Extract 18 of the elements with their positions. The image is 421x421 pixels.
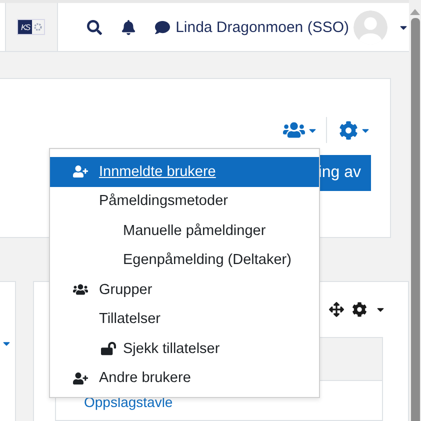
users-icon bbox=[73, 282, 88, 298]
scrollbar-thumb[interactable] bbox=[410, 18, 420, 421]
menu-item[interactable]: Påmeldingsmetoder bbox=[50, 186, 319, 216]
move-icon[interactable] bbox=[329, 302, 344, 317]
user-add-icon bbox=[73, 164, 88, 180]
menu-item[interactable]: Grupper bbox=[50, 275, 319, 304]
menu-item[interactable]: Sjekk tillatelser bbox=[50, 334, 319, 364]
menu-item[interactable]: Manuelle påmeldinger bbox=[50, 216, 319, 246]
menu-item[interactable]: Egenpåmelding (Deltaker) bbox=[50, 246, 319, 275]
unlocked-padlock-icon bbox=[101, 341, 116, 356]
user-name[interactable]: Linda Dragonmoen (SSO) bbox=[176, 18, 349, 36]
site-logo[interactable]: KS bbox=[17, 19, 46, 35]
user-add-icon bbox=[73, 370, 88, 386]
menu-item[interactable]: Andre brukere bbox=[50, 364, 319, 393]
block-link[interactable]: Oppslagstavle bbox=[84, 394, 173, 410]
settings-icon[interactable] bbox=[352, 302, 367, 317]
menu-item[interactable]: Innmeldte brukere bbox=[50, 157, 319, 186]
menu-item[interactable]: Tillatelser bbox=[50, 304, 319, 334]
